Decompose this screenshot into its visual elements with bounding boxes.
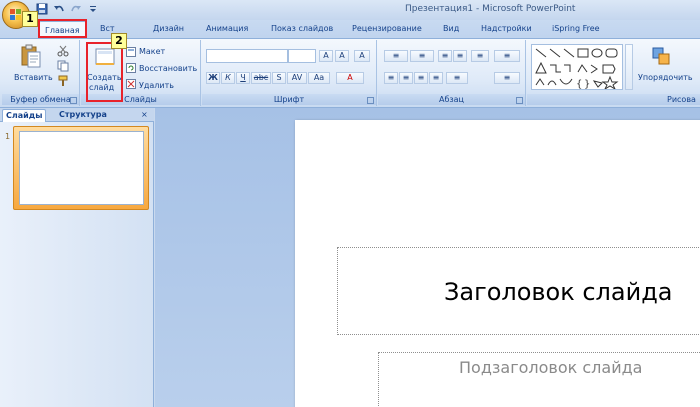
- paste-icon[interactable]: [20, 44, 42, 68]
- drawing-group-label: Рисова: [527, 94, 700, 105]
- tab-outline[interactable]: Структура: [56, 109, 110, 122]
- slide-canvas[interactable]: Заголовок слайда Подзаголовок слайда: [295, 120, 700, 407]
- subtitle-placeholder[interactable]: Подзаголовок слайда: [378, 352, 700, 407]
- font-group-label: Шрифт: [202, 94, 376, 105]
- title-bar: Презентация1 - Microsoft PowerPoint: [0, 0, 700, 20]
- arrange-button[interactable]: Упорядочить: [638, 73, 693, 82]
- slides-pane: Слайды Структура × 1: [0, 108, 154, 407]
- tab-design[interactable]: Дизайн: [153, 24, 184, 33]
- case-button[interactable]: Aa: [308, 72, 330, 84]
- layout-icon[interactable]: [126, 47, 136, 57]
- tab-ispring[interactable]: iSpring Free: [552, 24, 600, 33]
- slide-thumbnail-selected[interactable]: [13, 126, 149, 210]
- slide-thumbnail[interactable]: [19, 131, 144, 205]
- paste-button[interactable]: Вставить: [14, 73, 53, 82]
- strike-button[interactable]: abc: [251, 72, 271, 84]
- title-placeholder[interactable]: Заголовок слайда: [337, 247, 700, 335]
- slide-workspace: Заголовок слайда Подзаголовок слайда: [155, 108, 700, 407]
- undo-icon[interactable]: [53, 3, 65, 15]
- delete-button[interactable]: Удалить: [139, 81, 174, 90]
- tab-insert[interactable]: Вст: [100, 24, 115, 33]
- text-direction-button[interactable]: ≡: [494, 50, 520, 62]
- columns-button[interactable]: ≡: [446, 72, 468, 84]
- clear-format-button[interactable]: A: [354, 50, 370, 62]
- office-logo-icon: [10, 9, 22, 21]
- tab-slides[interactable]: Слайды: [2, 109, 47, 122]
- bold-button[interactable]: Ж: [206, 72, 220, 84]
- paragraph-group-label: Абзац: [378, 94, 525, 105]
- font-name-field[interactable]: [206, 49, 288, 63]
- ribbon-tabs: Главная Вст Дизайн Анимация Показ слайдо…: [0, 20, 700, 40]
- shapes-scroll[interactable]: [625, 44, 633, 90]
- font-launcher[interactable]: [367, 97, 374, 104]
- bullets-button[interactable]: ≡: [384, 50, 408, 62]
- customize-icon[interactable]: [87, 3, 99, 15]
- clipboard-launcher[interactable]: [70, 97, 77, 104]
- delete-icon[interactable]: [126, 79, 136, 89]
- shadow-button[interactable]: S: [272, 72, 286, 84]
- clipboard-group-label: Буфер обмена: [2, 94, 79, 105]
- underline-button[interactable]: Ч: [236, 72, 250, 84]
- redo-icon[interactable]: [70, 3, 82, 15]
- numbering-button[interactable]: ≡: [410, 50, 434, 62]
- copy-icon[interactable]: [57, 60, 69, 72]
- justify-button[interactable]: ≡: [429, 72, 443, 84]
- tab-animation[interactable]: Анимация: [206, 24, 248, 33]
- quick-access-toolbar: [36, 3, 99, 15]
- grow-font-button[interactable]: A: [319, 50, 333, 62]
- decrease-indent-button[interactable]: ≡: [438, 50, 452, 62]
- format-painter-icon[interactable]: [57, 75, 69, 87]
- align-right-button[interactable]: ≡: [414, 72, 428, 84]
- tab-review[interactable]: Рецензирование: [352, 24, 422, 33]
- italic-button[interactable]: К: [221, 72, 235, 84]
- cut-icon[interactable]: [57, 45, 69, 57]
- arrange-icon[interactable]: [651, 46, 675, 68]
- paragraph-group: ≡ ≡ ≡ ≡ ≡ ≡ ≡ ≡ ≡ ≡ ≡ ≡ Абзац: [378, 40, 526, 106]
- close-pane-icon[interactable]: ×: [138, 109, 151, 122]
- smartart-button[interactable]: ≡: [494, 72, 520, 84]
- window-title: Презентация1 - Microsoft PowerPoint: [405, 4, 576, 14]
- svg-text:}: }: [584, 79, 590, 89]
- reset-button[interactable]: Восстановить: [139, 64, 197, 73]
- clipboard-group: Вставить Буфер обмена: [2, 40, 80, 106]
- line-spacing-button[interactable]: ≡: [471, 50, 489, 62]
- align-center-button[interactable]: ≡: [399, 72, 413, 84]
- align-left-button[interactable]: ≡: [384, 72, 398, 84]
- paragraph-launcher[interactable]: [516, 97, 523, 104]
- new-slide-highlight: [86, 42, 123, 102]
- font-color-button[interactable]: A: [336, 72, 364, 84]
- increase-indent-button[interactable]: ≡: [453, 50, 467, 62]
- font-size-field[interactable]: [288, 49, 316, 63]
- callout-badge-2: 2: [111, 33, 127, 49]
- home-tab-highlight: [38, 19, 87, 38]
- pane-tabs: Слайды Структура ×: [0, 108, 154, 122]
- font-group: A A A Ж К Ч abc S AV Aa A Шрифт: [202, 40, 377, 106]
- callout-badge-1: 1: [22, 11, 38, 27]
- reset-icon[interactable]: [126, 63, 136, 73]
- spacing-button[interactable]: AV: [287, 72, 307, 84]
- shapes-gallery[interactable]: { }: [531, 44, 623, 91]
- slide-number: 1: [5, 132, 11, 141]
- layout-button[interactable]: Макет: [139, 47, 165, 56]
- tab-slideshow[interactable]: Показ слайдов: [271, 24, 333, 33]
- svg-text:{: {: [576, 79, 582, 89]
- tab-addins[interactable]: Надстройки: [481, 24, 532, 33]
- powerpoint-window: Презентация1 - Microsoft PowerPoint Глав…: [0, 0, 700, 407]
- tab-view[interactable]: Вид: [443, 24, 459, 33]
- title-placeholder-text: Заголовок слайда: [444, 278, 673, 306]
- subtitle-placeholder-text: Подзаголовок слайда: [459, 358, 643, 377]
- drawing-group: { } Упорядочить Рисова: [527, 40, 700, 106]
- shrink-font-button[interactable]: A: [335, 50, 349, 62]
